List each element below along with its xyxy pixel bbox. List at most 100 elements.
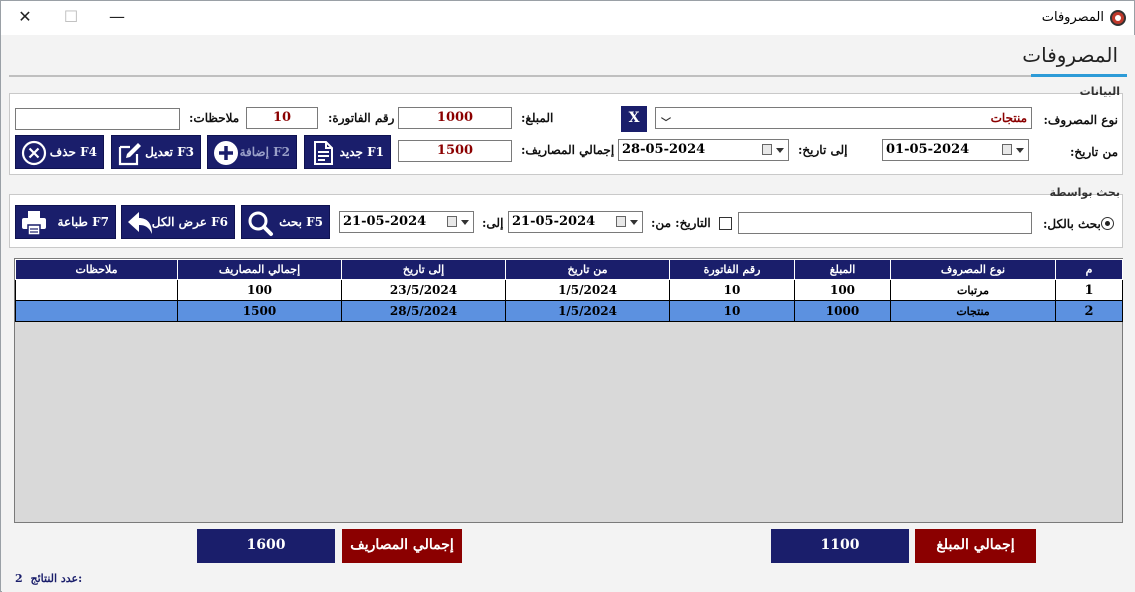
expense-type-label: نوع المصروف:	[1043, 113, 1119, 127]
table-cell[interactable]	[15, 300, 178, 322]
results-count-value: 2	[15, 572, 23, 585]
app-logo-icon	[1110, 10, 1126, 26]
invoice-no-field[interactable]: 10	[246, 107, 318, 129]
calendar-icon	[1002, 144, 1012, 155]
chevron-down-icon: ﹀	[661, 118, 671, 129]
table-cell[interactable]: 28/5/2024	[341, 300, 506, 322]
table-row-selected[interactable]: 2 منتجات 1000 10 1/5/2024 28/5/2024 1500	[15, 300, 1123, 322]
table-cell[interactable]: 1	[1055, 279, 1123, 301]
window-title: المصروفات	[1041, 10, 1104, 25]
calendar-icon	[762, 144, 772, 155]
minimize-button[interactable]: —	[103, 7, 131, 29]
search-all-input[interactable]	[738, 212, 1032, 234]
magnifier-icon	[248, 211, 273, 236]
notes-field[interactable]	[15, 108, 180, 130]
plus-circle-icon	[214, 141, 238, 165]
edit-button[interactable]: تعديل F3	[111, 135, 201, 169]
total-amount-button[interactable]: إجمالي المبلغ	[915, 529, 1036, 563]
new-button-label: جديد F1	[339, 145, 384, 159]
column-header[interactable]: رقم الفاتورة	[669, 259, 795, 280]
edit-pencil-icon	[118, 143, 141, 166]
expense-type-value: منتجات	[990, 111, 1027, 125]
column-header[interactable]: م	[1055, 259, 1123, 280]
delete-button[interactable]: حذف F4	[15, 135, 104, 169]
column-header[interactable]: المبلغ	[794, 259, 891, 280]
search-date-to-picker[interactable]: 21-05-2024	[339, 211, 474, 233]
close-button[interactable]: ✕	[11, 7, 39, 29]
dropdown-arrow-icon	[461, 220, 469, 225]
dropdown-arrow-icon	[776, 148, 784, 153]
clear-expense-type-button[interactable]: X	[621, 106, 647, 132]
date-to-label: إلى:	[482, 216, 504, 230]
to-date-label: إلى تاريخ:	[798, 143, 848, 157]
x-circle-icon	[21, 140, 47, 166]
table-cell[interactable]: 1000	[794, 300, 891, 322]
amount-label: المبلغ:	[521, 111, 554, 125]
total-amount-value: 1100	[771, 529, 909, 563]
results-count-label: عدد النتائج:	[30, 572, 83, 585]
total-expenses-label: إجمالي المصاريف:	[521, 143, 615, 157]
maximize-button[interactable]: ☐	[57, 7, 85, 29]
calendar-icon	[447, 216, 457, 227]
add-button[interactable]: إضافة F2	[207, 135, 297, 169]
column-header[interactable]: إجمالي المصاريف	[177, 259, 342, 280]
to-date-value: 28-05-2024	[622, 142, 706, 157]
table-cell[interactable]: 2	[1055, 300, 1123, 322]
expenses-table: م نوع المصروف المبلغ رقم الفاتورة من تار…	[14, 258, 1123, 523]
column-header[interactable]: من تاريخ	[505, 259, 670, 280]
from-date-picker[interactable]: 01-05-2024	[882, 139, 1029, 161]
data-group-title: البيانات	[1079, 85, 1120, 98]
page-title: المصروفات	[1022, 43, 1118, 67]
table-cell[interactable]: مرتبات	[890, 279, 1056, 301]
table-cell[interactable]: 1/5/2024	[505, 279, 670, 301]
printer-icon	[22, 211, 46, 236]
date-filter-checkbox[interactable]	[719, 217, 732, 230]
results-count: 2 عدد النتائج:	[15, 572, 82, 585]
from-date-label: من تاريخ:	[1069, 145, 1118, 159]
title-bar: ✕ ☐ — المصروفات	[1, 1, 1134, 35]
show-all-button[interactable]: عرض الكل F6	[121, 205, 235, 239]
amount-field[interactable]: 1000	[398, 107, 512, 129]
show-all-button-label: عرض الكل F6	[151, 215, 228, 229]
table-cell[interactable]: 100	[794, 279, 891, 301]
column-header[interactable]: نوع المصروف	[890, 259, 1056, 280]
notes-label: ملاحظات:	[189, 111, 240, 125]
expense-type-combo[interactable]: ﹀ منتجات	[655, 107, 1032, 129]
table-cell[interactable]: 23/5/2024	[341, 279, 506, 301]
table-cell[interactable]: منتجات	[890, 300, 1056, 322]
to-date-picker[interactable]: 28-05-2024	[618, 139, 789, 161]
column-header[interactable]: إلى تاريخ	[341, 259, 506, 280]
search-date-to-value: 21-05-2024	[343, 214, 427, 229]
table-cell[interactable]: 1500	[177, 300, 342, 322]
table-cell[interactable]	[15, 279, 178, 301]
table-cell[interactable]: 10	[669, 300, 795, 322]
invoice-no-label: رقم الفاتورة:	[328, 111, 395, 125]
search-all-radio[interactable]	[1101, 217, 1114, 230]
date-from-label: التاريخ: من:	[651, 216, 711, 230]
dropdown-arrow-icon	[630, 220, 638, 225]
new-document-icon	[314, 141, 333, 165]
table-row[interactable]: 1 مرتبات 100 10 1/5/2024 23/5/2024 100	[15, 279, 1123, 301]
app-window: ✕ ☐ — المصروفات المصروفات البيانات نوع ا…	[0, 0, 1135, 592]
search-group-title: بحث بواسطة	[1049, 186, 1120, 199]
delete-button-label: حذف F4	[49, 145, 97, 159]
print-button[interactable]: طباعة F7	[15, 205, 116, 239]
back-arrow-icon	[128, 212, 152, 234]
total-expenses-field[interactable]: 1500	[398, 140, 512, 162]
calendar-icon	[616, 216, 626, 227]
table-cell[interactable]: 1/5/2024	[505, 300, 670, 322]
search-date-from-picker[interactable]: 21-05-2024	[508, 211, 643, 233]
search-button-label: بحث F5	[279, 215, 323, 229]
search-all-label: بحث بالكل:	[1043, 217, 1101, 231]
table-cell[interactable]: 10	[669, 279, 795, 301]
expenses-data-grid: م نوع المصروف المبلغ رقم الفاتورة من تار…	[15, 259, 1123, 322]
title-accent-underline	[1031, 74, 1127, 77]
search-button[interactable]: بحث F5	[241, 205, 330, 239]
edit-button-label: تعديل F3	[145, 145, 194, 159]
new-button[interactable]: جديد F1	[304, 135, 391, 169]
total-expenses-button[interactable]: إجمالي المصاريف	[342, 529, 462, 563]
column-header[interactable]: ملاحظات	[15, 259, 178, 280]
search-date-from-value: 21-05-2024	[512, 214, 596, 229]
table-cell[interactable]: 100	[177, 279, 342, 301]
total-expenses-value: 1600	[197, 529, 335, 563]
